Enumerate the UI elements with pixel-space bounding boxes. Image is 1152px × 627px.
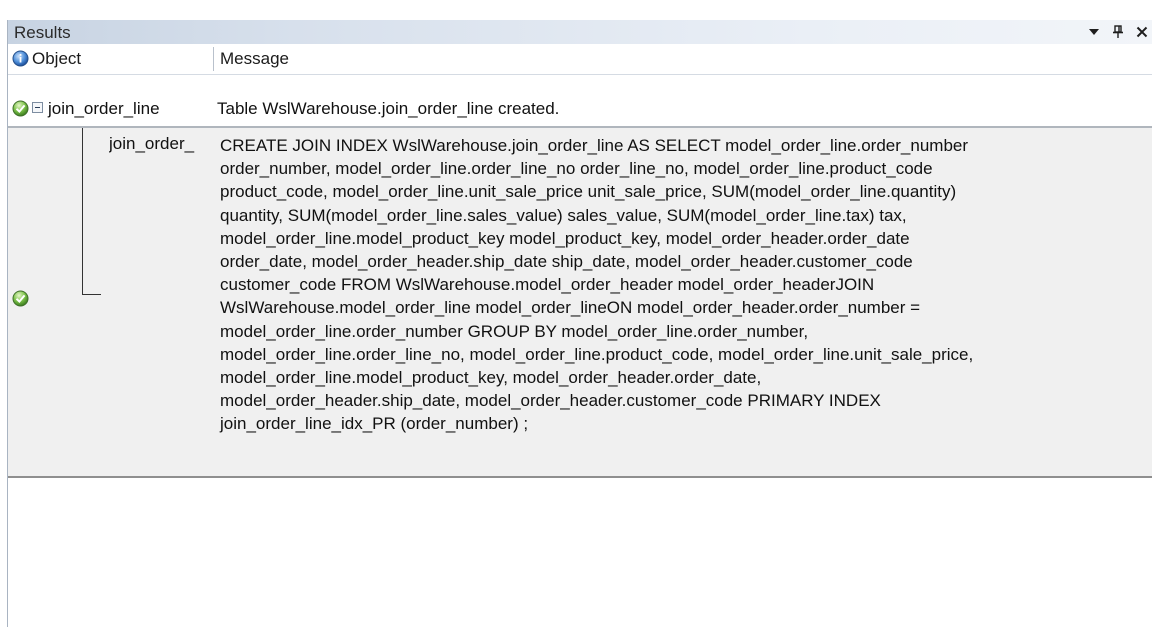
column-divider[interactable] bbox=[213, 47, 214, 71]
tree-line bbox=[82, 294, 101, 295]
row-object: join_order_ bbox=[109, 134, 195, 153]
message-line: CREATE JOIN INDEX WslWarehouse.join_orde… bbox=[220, 136, 969, 155]
result-row[interactable]: join_order_line Table WslWarehouse.join_… bbox=[8, 92, 1152, 128]
close-icon[interactable] bbox=[1135, 23, 1149, 41]
dropdown-arrow-icon[interactable] bbox=[1087, 23, 1101, 41]
panel-title: Results bbox=[14, 23, 71, 42]
results-panel: Results Object Message join_order_line T… bbox=[7, 20, 1152, 627]
tree-line bbox=[82, 128, 83, 294]
column-header-object[interactable]: Object bbox=[32, 49, 81, 69]
message-line: model_order_line.model_product_key, mode… bbox=[220, 368, 762, 388]
titlebar-controls bbox=[1087, 22, 1149, 42]
message-line: order_date, model_order_header.ship_date… bbox=[220, 252, 913, 272]
message-line: model_order_header.ship_date, model_orde… bbox=[220, 391, 881, 411]
message-line: WslWarehouse.model_order_line model_orde… bbox=[220, 298, 921, 318]
message-line: customer_code FROM WslWarehouse.model_or… bbox=[220, 275, 875, 295]
info-icon[interactable] bbox=[12, 50, 29, 67]
results-titlebar: Results bbox=[8, 20, 1152, 44]
message-line: product_code, model_order_line.unit_sale… bbox=[220, 182, 957, 202]
pin-icon[interactable] bbox=[1111, 23, 1125, 41]
message-line: quantity, SUM(model_order_line.sales_val… bbox=[220, 205, 907, 225]
row-message: CREATE JOIN INDEX WslWarehouse.join_orde… bbox=[220, 134, 1120, 436]
row-message: Table WslWarehouse.join_order_line creat… bbox=[217, 99, 560, 118]
success-check-icon bbox=[12, 100, 29, 117]
row-object: join_order_line bbox=[48, 99, 160, 118]
success-check-icon bbox=[12, 290, 29, 307]
collapse-toggle[interactable] bbox=[32, 102, 43, 113]
message-line: model_order_line.order_line_no, model_or… bbox=[220, 344, 974, 364]
message-line: join_order_line_idx_PR (order_number) ; bbox=[220, 414, 529, 434]
message-line: model_order_line.model_product_key model… bbox=[220, 228, 910, 248]
column-header-message[interactable]: Message bbox=[220, 49, 289, 69]
result-row-child[interactable]: join_order_ CREATE JOIN INDEX WslWarehou… bbox=[8, 128, 1152, 478]
message-line: model_order_line.order_number GROUP BY m… bbox=[220, 321, 809, 341]
message-line: order_number, model_order_line.order_lin… bbox=[220, 159, 933, 179]
column-header: Object Message bbox=[8, 44, 1152, 75]
